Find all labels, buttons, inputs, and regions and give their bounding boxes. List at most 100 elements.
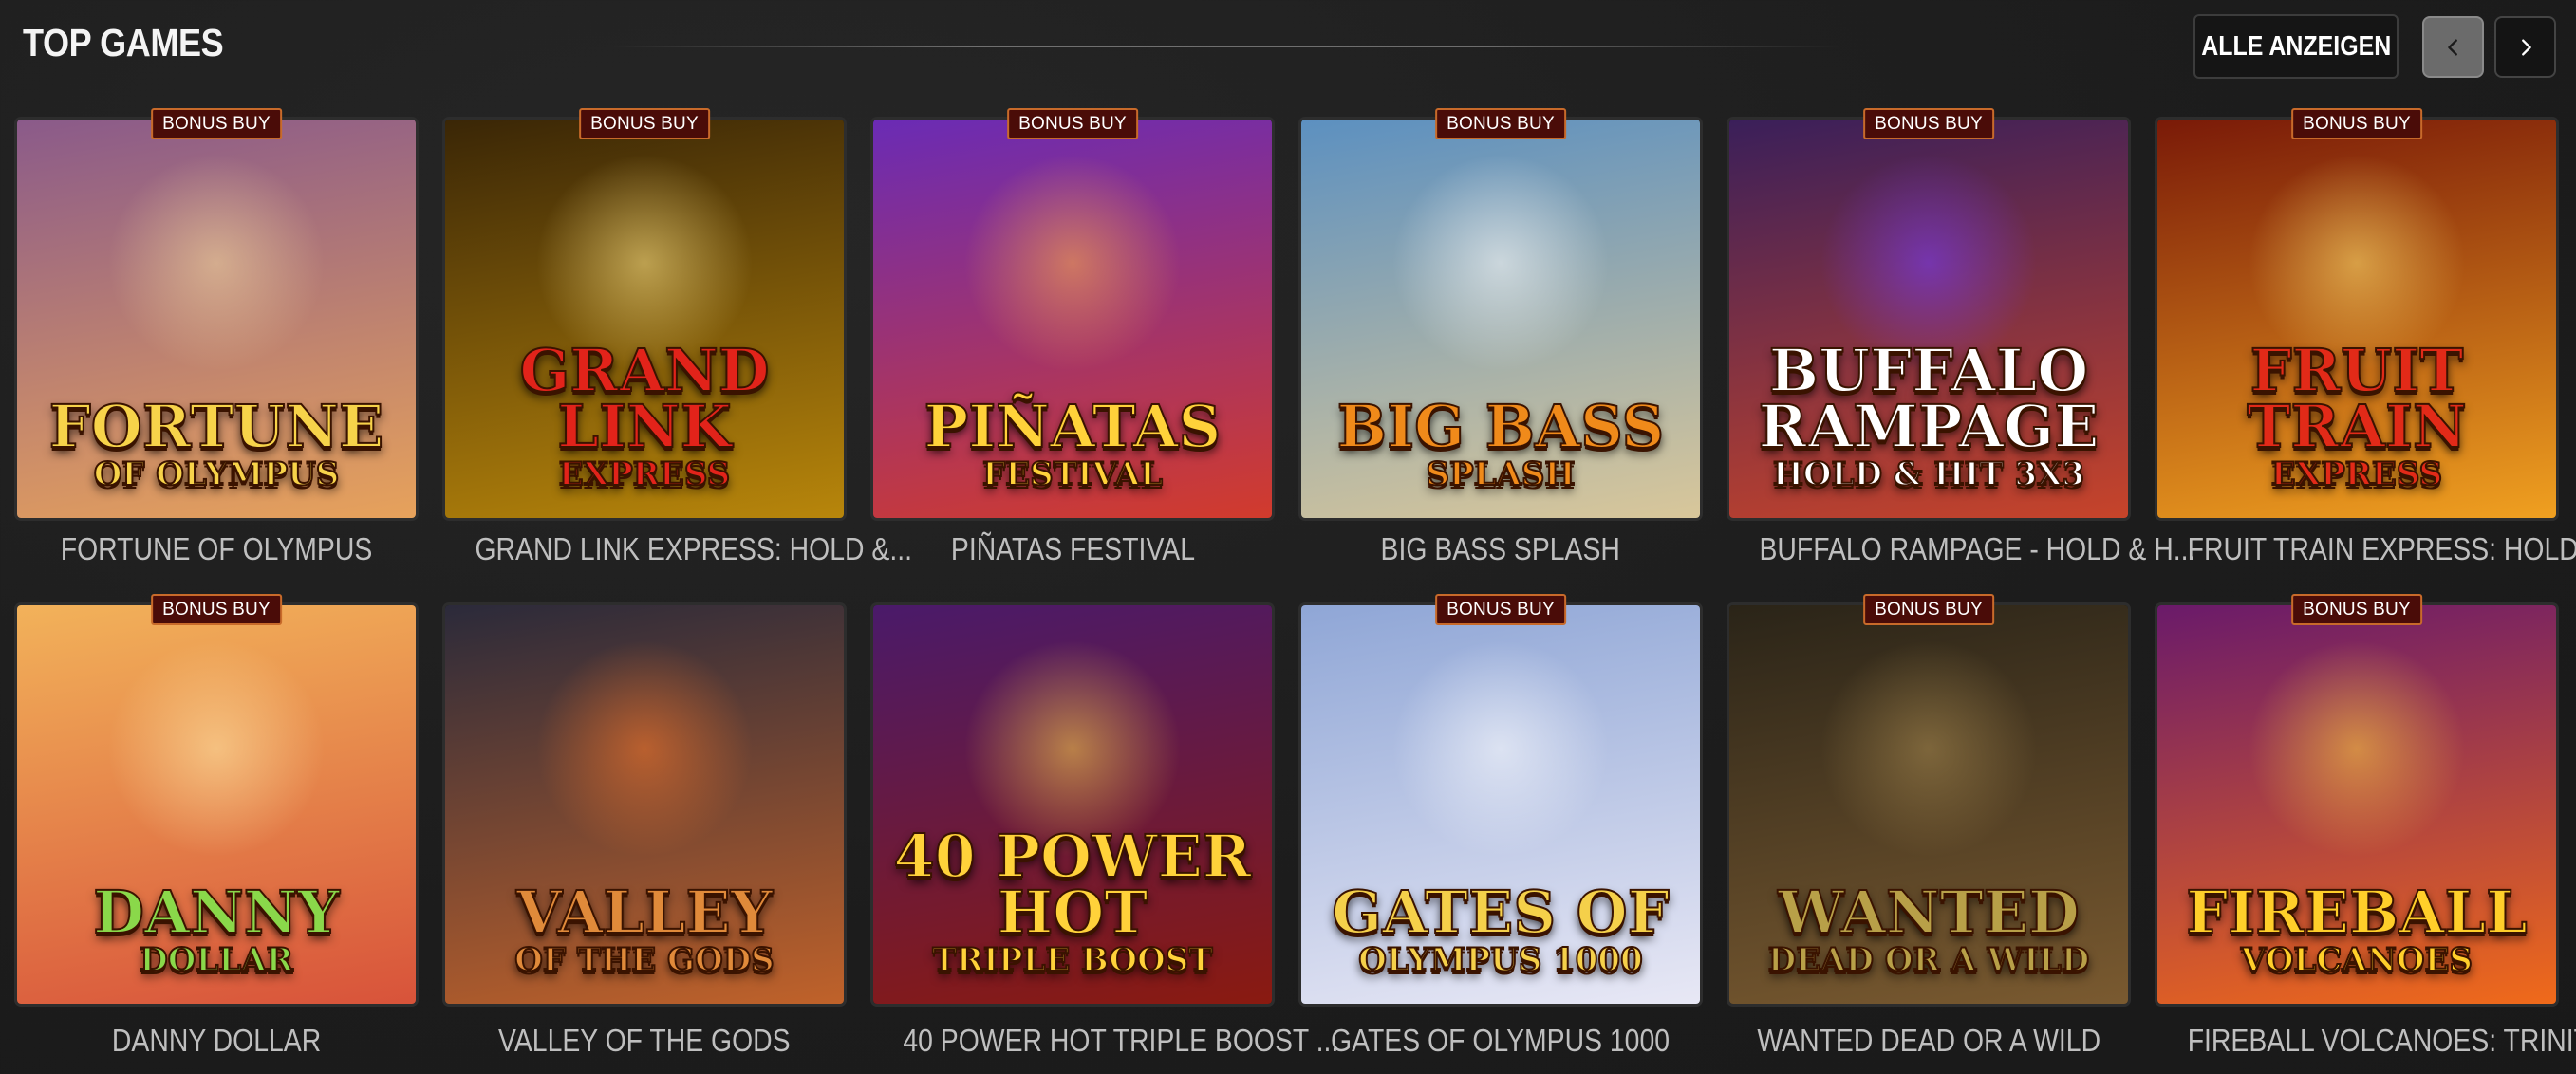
- game-title[interactable]: GRAND LINK EXPRESS: HOLD &...: [439, 531, 912, 567]
- game-logo-line1: 40 POWER HOT: [893, 821, 1253, 947]
- game-logo-line2: EXPRESS: [2270, 454, 2443, 493]
- game-title[interactable]: FIREBALL VOLCANOES: TRINITY...: [2152, 1023, 2576, 1059]
- bonus-buy-badge: BONUS BUY: [2291, 594, 2422, 625]
- game-card[interactable]: GATES OF OLYMPUS 1000 BONUS BUY GATES OF OL…: [1301, 594, 1700, 1074]
- game-logo-line2: OF OLYMPUS: [93, 454, 341, 493]
- section-title: TOP GAMES: [23, 21, 224, 65]
- game-logo-line2: DEAD OR A WILD: [1767, 940, 2091, 979]
- game-logo: GATES OF OLYMPUS 1000: [1309, 877, 1692, 979]
- game-logo-line2: OF THE GODS: [513, 940, 775, 979]
- game-title[interactable]: VALLEY OF THE GODS: [439, 1023, 849, 1059]
- game-title-text: FORTUNE OF OLYMPUS: [60, 531, 373, 566]
- game-thumbnail[interactable]: PIÑATAS FESTIVAL: [873, 120, 1272, 518]
- game-logo-line1: FRUIT TRAIN: [2246, 335, 2467, 461]
- game-logo-line1: PIÑATAS: [924, 391, 1223, 461]
- game-character-figure: [1391, 154, 1610, 373]
- show-all-button[interactable]: ALLE ANZEIGEN: [2193, 14, 2399, 79]
- bonus-buy-badge: BONUS BUY: [151, 594, 282, 625]
- game-character-figure: [2248, 639, 2466, 859]
- bonus-buy-badge: BONUS BUY: [1007, 108, 1138, 139]
- game-logo-line1: FIREBALL: [2185, 877, 2529, 947]
- game-card[interactable]: DANNY DOLLAR BONUS BUY DANNY DOLLAR: [17, 594, 416, 1074]
- game-title[interactable]: BUFFALO RAMPAGE - HOLD & H...: [1724, 531, 2195, 567]
- game-title-text: GATES OF OLYMPUS 1000: [1331, 1023, 1671, 1058]
- game-logo-line1: VALLEY: [515, 877, 774, 947]
- game-logo: 40 POWER HOT TRIPLE BOOST: [881, 821, 1264, 979]
- game-title[interactable]: 40 POWER HOT TRIPLE BOOST ...: [868, 1023, 1338, 1059]
- game-logo-line2: TRIPLE BOOST: [931, 940, 1213, 979]
- game-logo: BIG BASS SPLASH: [1309, 391, 1692, 493]
- game-logo-line2: SPLASH: [1425, 454, 1576, 493]
- bonus-buy-badge: BONUS BUY: [2291, 108, 2422, 139]
- game-logo-line2: VOLCANOES: [2240, 940, 2473, 979]
- game-logo-line2: OLYMPUS 1000: [1357, 940, 1644, 979]
- game-thumbnail[interactable]: GRAND LINK EXPRESS: [445, 120, 844, 518]
- game-title-text: GRAND LINK EXPRESS: HOLD &...: [475, 531, 913, 566]
- game-title-text: FIREBALL VOLCANOES: TRINITY...: [2187, 1023, 2576, 1058]
- game-logo-line1: BUFFALO RAMPAGE: [1758, 335, 2100, 461]
- game-logo-line2: HOLD & HIT 3x3: [1772, 454, 2085, 493]
- game-title[interactable]: GATES OF OLYMPUS 1000: [1296, 1023, 1706, 1059]
- game-character-figure: [1391, 639, 1610, 859]
- game-title[interactable]: PIÑATAS FESTIVAL: [868, 531, 1278, 567]
- bonus-buy-badge: BONUS BUY: [151, 108, 282, 139]
- game-thumbnail[interactable]: BIG BASS SPLASH: [1301, 120, 1700, 518]
- game-thumbnail[interactable]: WANTED DEAD OR A WILD: [1729, 605, 2128, 1004]
- game-thumbnail[interactable]: FIREBALL VOLCANOES: [2157, 605, 2556, 1004]
- game-title-text: DANNY DOLLAR: [111, 1023, 322, 1058]
- game-logo: GRAND LINK EXPRESS: [453, 335, 836, 493]
- bonus-buy-badge: BONUS BUY: [1863, 108, 1994, 139]
- game-logo: FORTUNE OF OLYMPUS: [25, 396, 408, 493]
- game-logo-line2: EXPRESS: [558, 454, 731, 493]
- game-card[interactable]: FRUIT TRAIN EXPRESS BONUS BUY FRUIT TRAIN E…: [2157, 108, 2576, 594]
- game-card[interactable]: 40 POWER HOT TRIPLE BOOST 40 POWER HOT TRI…: [873, 605, 1338, 1074]
- game-logo-line1: GATES OF: [1331, 877, 1670, 947]
- game-logo: FIREBALL VOLCANOES: [2165, 877, 2548, 979]
- game-card[interactable]: WANTED DEAD OR A WILD BONUS BUY WANTED DEAD…: [1729, 594, 2128, 1074]
- game-character-figure: [535, 639, 754, 859]
- game-thumbnail[interactable]: VALLEY OF THE GODS: [445, 605, 844, 1004]
- game-card[interactable]: FIREBALL VOLCANOES BONUS BUY FIREBALL VOLCA…: [2157, 594, 2576, 1074]
- game-thumbnail[interactable]: DANNY DOLLAR: [17, 605, 416, 1004]
- game-title-text: PIÑATAS FESTIVAL: [950, 531, 1195, 566]
- game-logo: FRUIT TRAIN EXPRESS: [2165, 335, 2548, 493]
- game-thumbnail[interactable]: BUFFALO RAMPAGE HOLD & HIT 3x3: [1729, 120, 2128, 518]
- game-logo: BUFFALO RAMPAGE HOLD & HIT 3x3: [1737, 335, 2120, 493]
- game-character-figure: [107, 154, 326, 373]
- game-logo: PIÑATAS FESTIVAL: [881, 391, 1264, 493]
- game-title[interactable]: DANNY DOLLAR: [11, 1023, 421, 1059]
- game-card[interactable]: PIÑATAS FESTIVAL BONUS BUY PIÑATAS FESTIVAL: [873, 108, 1272, 594]
- game-character-figure: [963, 154, 1182, 373]
- game-card[interactable]: BIG BASS SPLASH BONUS BUY BIG BASS SPLASH: [1301, 108, 1700, 594]
- game-logo-line1: BIG BASS: [1336, 391, 1666, 461]
- game-title[interactable]: BIG BASS SPLASH: [1296, 531, 1706, 567]
- game-card[interactable]: VALLEY OF THE GODS VALLEY OF THE GODS: [445, 605, 844, 1074]
- bonus-buy-badge: BONUS BUY: [579, 108, 710, 139]
- game-title-text: WANTED DEAD OR A WILD: [1757, 1023, 2100, 1058]
- game-thumbnail[interactable]: 40 POWER HOT TRIPLE BOOST: [873, 605, 1272, 1004]
- game-logo: VALLEY OF THE GODS: [453, 877, 836, 979]
- game-logo-line2: FESTIVAL: [981, 454, 1164, 493]
- game-thumbnail[interactable]: FORTUNE OF OLYMPUS: [17, 120, 416, 518]
- games-grid: FORTUNE OF OLYMPUS BONUS BUY FORTUNE OF OLY…: [17, 108, 2576, 1074]
- game-title[interactable]: FRUIT TRAIN EXPRESS: HOLD &...: [2152, 531, 2576, 567]
- game-title[interactable]: WANTED DEAD OR A WILD: [1724, 1023, 2134, 1059]
- game-logo-line2: DOLLAR: [139, 940, 294, 979]
- carousel-prev-button[interactable]: [2422, 16, 2484, 78]
- game-title-text: VALLEY OF THE GODS: [498, 1023, 791, 1058]
- bonus-buy-badge: BONUS BUY: [1863, 594, 1994, 625]
- game-logo-line1: GRAND LINK: [518, 335, 770, 461]
- game-title-text: BUFFALO RAMPAGE - HOLD & H...: [1759, 531, 2196, 566]
- game-card[interactable]: GRAND LINK EXPRESS BONUS BUY GRAND LINK EXP…: [445, 108, 912, 594]
- game-thumbnail[interactable]: GATES OF OLYMPUS 1000: [1301, 605, 1700, 1004]
- game-title-text: BIG BASS SPLASH: [1380, 531, 1621, 566]
- game-character-figure: [1820, 639, 2038, 859]
- chevron-right-icon: [2521, 38, 2531, 56]
- game-card[interactable]: BUFFALO RAMPAGE HOLD & HIT 3x3 BONUS BUY BU…: [1729, 108, 2195, 594]
- carousel-next-button[interactable]: [2494, 16, 2556, 78]
- bonus-buy-badge: BONUS BUY: [1435, 108, 1566, 139]
- game-title[interactable]: FORTUNE OF OLYMPUS: [11, 531, 421, 567]
- chevron-left-icon: [2447, 38, 2457, 56]
- game-thumbnail[interactable]: FRUIT TRAIN EXPRESS: [2157, 120, 2556, 518]
- game-card[interactable]: FORTUNE OF OLYMPUS BONUS BUY FORTUNE OF OLY…: [17, 108, 416, 594]
